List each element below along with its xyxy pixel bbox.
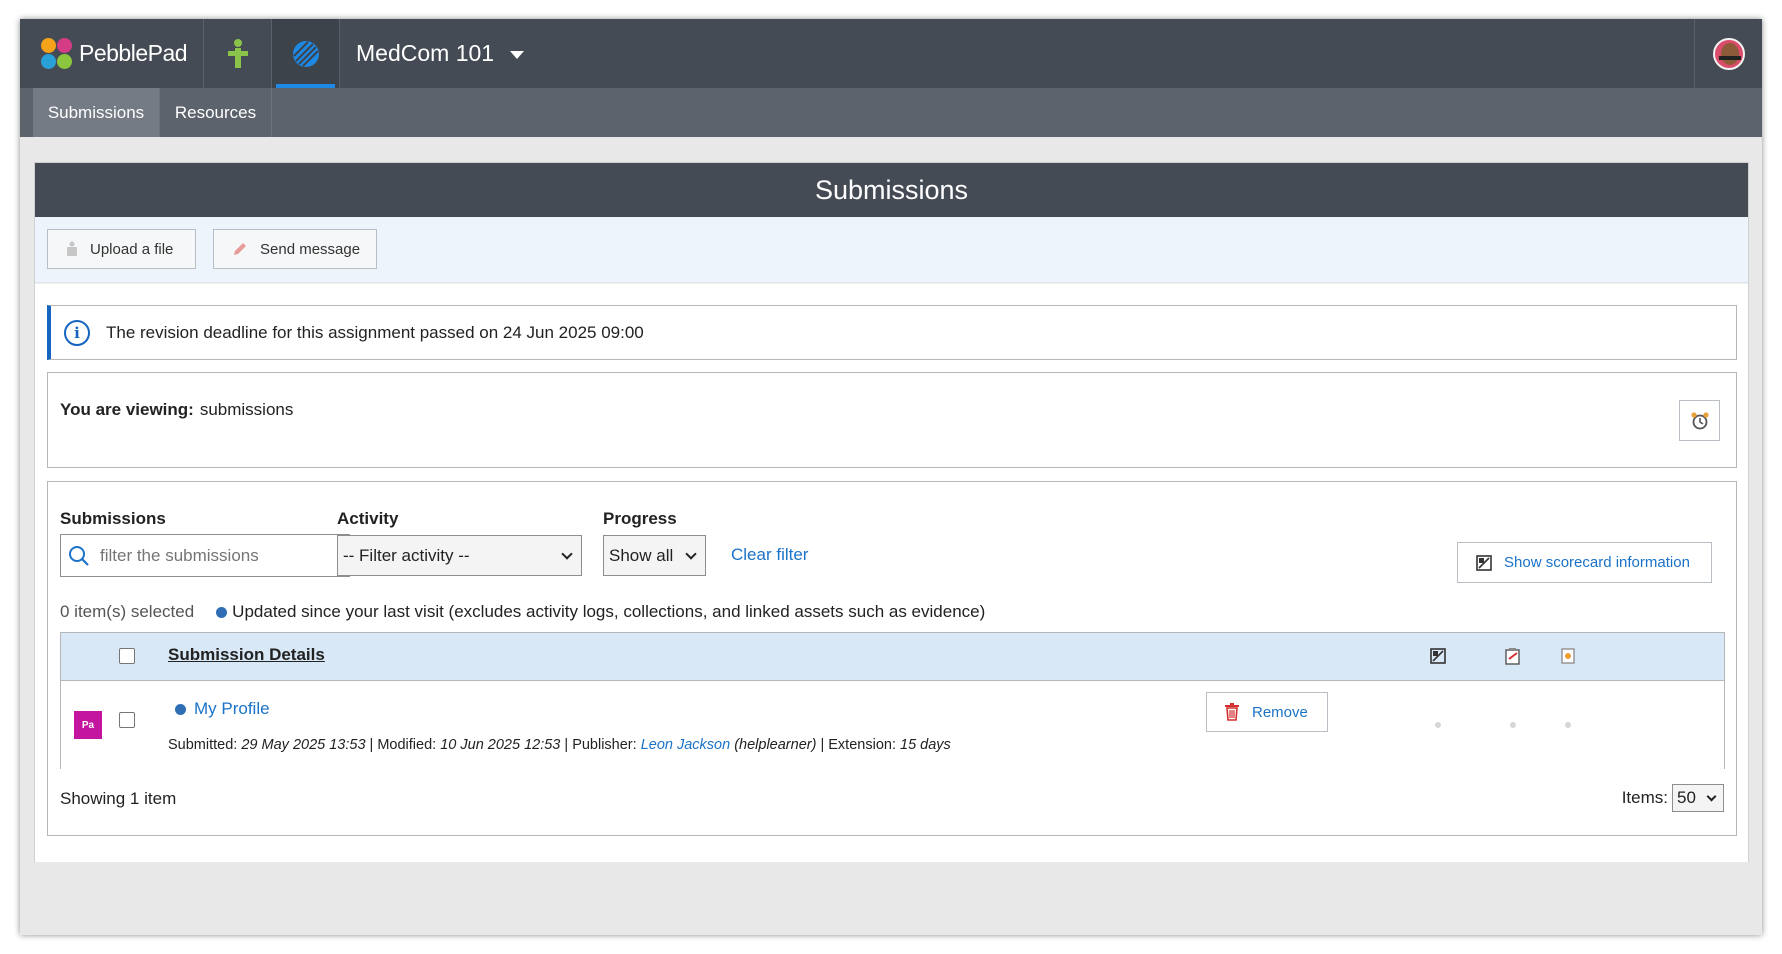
selected-count: 0 item(s) selected bbox=[60, 602, 195, 621]
grade-status-dot bbox=[1565, 722, 1571, 728]
activity-select[interactable]: -- Filter activity -- bbox=[337, 535, 582, 576]
page-title: Submissions bbox=[35, 163, 1748, 217]
tab-resources[interactable]: Resources bbox=[160, 88, 272, 137]
app-window: PebblePad MedCom 101 Submissions Resourc… bbox=[20, 19, 1762, 935]
search-input[interactable] bbox=[100, 545, 340, 566]
submission-title[interactable]: My Profile bbox=[175, 699, 270, 719]
scorecard-status-dot bbox=[1435, 722, 1441, 728]
info-icon: i bbox=[64, 319, 90, 346]
top-bar: PebblePad MedCom 101 bbox=[20, 19, 1762, 88]
toolbar: Upload a file Send message bbox=[35, 217, 1748, 283]
upload-file-button[interactable]: Upload a file bbox=[47, 229, 196, 269]
updated-dot-icon bbox=[216, 606, 228, 618]
viewing-value: submissions bbox=[199, 400, 294, 419]
items-per-page: Items: 50 bbox=[1622, 784, 1724, 812]
tab-label: Submissions bbox=[47, 102, 145, 122]
avatar bbox=[1712, 37, 1745, 70]
column-submission-details[interactable]: Submission Details bbox=[168, 645, 325, 665]
row-checkbox[interactable] bbox=[119, 712, 135, 728]
grade-column-icon bbox=[1558, 646, 1578, 666]
pebblepad-logo[interactable]: PebblePad bbox=[20, 19, 204, 88]
pencil-icon bbox=[234, 243, 246, 255]
chevron-down-icon bbox=[685, 547, 697, 560]
progress-select[interactable]: Show all bbox=[603, 535, 706, 576]
logo-icon bbox=[41, 37, 73, 70]
extension-label: Extension: bbox=[828, 737, 896, 753]
table-row[interactable]: Pa My Profile Submitted: 29 May 2025 13:… bbox=[61, 681, 1724, 769]
submission-meta: Submitted: 29 May 2025 13:53 | Modified:… bbox=[168, 737, 951, 753]
publisher-link[interactable]: Leon Jackson bbox=[641, 737, 730, 753]
alarm-clock-icon bbox=[1690, 411, 1709, 429]
submissions-list: Submissions Activity -- Filter activity … bbox=[47, 481, 1737, 836]
publisher-username: (helplearner) bbox=[734, 737, 817, 753]
extension-value: 15 days bbox=[900, 737, 951, 753]
items-label: Items: bbox=[1621, 788, 1668, 807]
publisher-label: Publisher: bbox=[572, 737, 637, 753]
submissions-table: Submission Details Pa My Profile Submitt… bbox=[60, 632, 1725, 769]
submitted-date: 29 May 2025 13:53 bbox=[241, 737, 366, 753]
chevron-down-icon bbox=[1706, 791, 1717, 801]
selection-summary: 0 item(s) selected Updated since your la… bbox=[60, 602, 985, 622]
submissions-panel: Submissions Upload a file Send message i… bbox=[34, 162, 1749, 862]
person-icon bbox=[227, 38, 248, 68]
scorecard-label: Show scorecard information bbox=[1504, 554, 1690, 571]
viewing-label: You are viewing: bbox=[60, 400, 194, 419]
table-header: Submission Details bbox=[61, 633, 1724, 681]
tab-submissions[interactable]: Submissions bbox=[33, 88, 160, 137]
updated-dot-icon bbox=[175, 703, 186, 715]
showing-count: Showing 1 item bbox=[60, 789, 177, 808]
show-scorecard-button[interactable]: Show scorecard information bbox=[1457, 542, 1712, 583]
modified-label: Modified: bbox=[377, 737, 437, 753]
viewing-box: You are viewing: submissions bbox=[47, 372, 1737, 468]
select-all-checkbox[interactable] bbox=[119, 648, 135, 664]
user-menu[interactable] bbox=[1694, 19, 1762, 88]
modified-date: 10 Jun 2025 12:53 bbox=[440, 737, 561, 753]
activity-select-value: -- Filter activity -- bbox=[343, 545, 470, 565]
trash-icon bbox=[1225, 703, 1239, 721]
nav-workspace-button[interactable] bbox=[272, 19, 340, 88]
submission-title-text: My Profile bbox=[194, 699, 270, 718]
deadline-alarm-button[interactable] bbox=[1679, 400, 1720, 441]
send-message-label: Send message bbox=[260, 240, 361, 258]
updated-legend: Updated since your last visit (excludes … bbox=[232, 602, 986, 621]
globe-icon bbox=[292, 40, 319, 67]
chevron-down-icon bbox=[561, 547, 573, 560]
search-field[interactable] bbox=[60, 534, 350, 577]
items-value: 50 bbox=[1677, 788, 1696, 807]
scorecard-column-icon bbox=[1428, 646, 1448, 666]
submitted-label: Submitted: bbox=[168, 737, 238, 753]
nav-resource-button[interactable] bbox=[204, 19, 272, 88]
clear-filter-link[interactable]: Clear filter bbox=[731, 545, 808, 565]
chevron-down-icon bbox=[510, 51, 525, 59]
portfolio-badge: Pa bbox=[74, 711, 102, 739]
notice-text: The revision deadline for this assignmen… bbox=[106, 322, 644, 342]
send-message-button[interactable]: Send message bbox=[213, 229, 377, 269]
viewing-text: You are viewing: submissions bbox=[60, 400, 293, 420]
feedback-column-icon bbox=[1503, 646, 1523, 666]
tab-label: Resources bbox=[174, 102, 257, 122]
deadline-notice: i The revision deadline for this assignm… bbox=[47, 305, 1737, 360]
progress-select-value: Show all bbox=[609, 545, 674, 565]
remove-button[interactable]: Remove bbox=[1206, 692, 1328, 732]
remove-label: Remove bbox=[1252, 703, 1308, 721]
sub-navigation: Submissions Resources bbox=[20, 88, 1762, 137]
upload-label: Upload a file bbox=[90, 240, 174, 258]
feedback-status-dot bbox=[1510, 722, 1516, 728]
submissions-filter-label: Submissions bbox=[60, 509, 166, 528]
items-per-page-select[interactable]: 50 bbox=[1672, 784, 1724, 812]
activity-filter-label: Activity bbox=[337, 509, 399, 528]
progress-filter-label: Progress bbox=[603, 509, 677, 528]
course-selector[interactable]: MedCom 101 bbox=[356, 19, 525, 88]
course-name: MedCom 101 bbox=[356, 40, 495, 66]
search-icon bbox=[69, 545, 89, 566]
scorecard-icon bbox=[1476, 554, 1492, 571]
logo-text: PebblePad bbox=[79, 40, 188, 66]
upload-icon bbox=[67, 241, 77, 256]
